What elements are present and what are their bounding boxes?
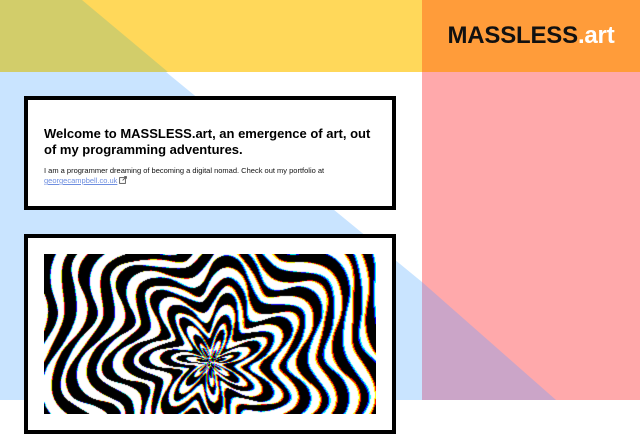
artwork-card [24, 234, 396, 434]
generative-art-image [44, 254, 376, 414]
site-tld: .art [577, 22, 615, 49]
intro-card: Welcome to MASSLESS.art, an emergence of… [24, 96, 396, 210]
portfolio-link-label: georgecampbell.co.uk [44, 176, 118, 185]
portfolio-link[interactable]: georgecampbell.co.uk [44, 176, 117, 185]
intro-text: I am a programmer dreaming of becoming a… [44, 166, 376, 186]
site-name: MASSLESS [447, 22, 579, 49]
intro-heading: Welcome to MASSLESS.art, an emergence of… [44, 126, 371, 157]
intro-body: I am a programmer dreaming of becoming a… [44, 166, 325, 175]
artwork-frame[interactable] [44, 254, 376, 414]
external-link-icon [119, 176, 128, 184]
site-title[interactable]: MASSLESS .art [422, 0, 640, 72]
